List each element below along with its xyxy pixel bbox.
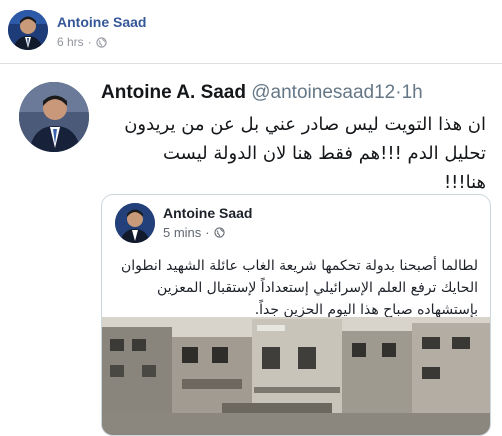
embedded-line: لطالما أصبحنا بدولة تحكمها شريعة الغاب ع… bbox=[121, 258, 478, 274]
embedded-author-name: Antoine Saad bbox=[163, 205, 253, 221]
globe-icon bbox=[214, 227, 225, 238]
tweet-author-name: Antoine A. Saad bbox=[101, 82, 246, 103]
tweet-screenshot: Antoine A. Saad @antoinesaad12·1h ان هذا… bbox=[0, 64, 502, 436]
tweet-text: ان هذا التويت ليس صادر عني بل عن من يريد… bbox=[100, 110, 486, 197]
post-meta: 6 hrs · bbox=[57, 35, 107, 49]
meta-separator: · bbox=[87, 35, 92, 49]
tweet-header: Antoine A. Saad @antoinesaad12·1h bbox=[101, 82, 423, 104]
facebook-post: Antoine Saad 6 hrs · Antoine A. Saad @an… bbox=[0, 0, 502, 436]
post-header: Antoine Saad 6 hrs · bbox=[8, 10, 488, 54]
embedded-meta: 5 mins · bbox=[163, 225, 225, 240]
tweet-line: ان هذا التويت ليس صادر عني بل عن من يريد… bbox=[124, 114, 486, 135]
embedded-author-avatar bbox=[115, 203, 155, 243]
globe-icon[interactable] bbox=[96, 36, 107, 48]
tweet-line: هنا!!! bbox=[443, 172, 486, 193]
tweet-avatar bbox=[19, 82, 89, 152]
tweet-line: تحليل الدم !!!هم فقط هنا لان الدولة ليست bbox=[163, 143, 486, 164]
embedded-post-text: لطالما أصبحنا بدولة تحكمها شريعة الغاب ع… bbox=[116, 255, 478, 321]
post-timestamp[interactable]: 6 hrs bbox=[57, 35, 84, 49]
author-name-link[interactable]: Antoine Saad bbox=[57, 14, 146, 30]
tweet-handle: @antoinesaad12 bbox=[251, 82, 396, 103]
embedded-separator: · bbox=[205, 225, 210, 240]
embedded-facebook-post: Antoine Saad 5 mins · لطالما أصبحنا بدول… bbox=[101, 194, 491, 436]
embedded-time: 5 mins bbox=[163, 225, 202, 240]
embedded-line: الحايك ترفع العلم الإسرائيلي إستعداداً ل… bbox=[156, 280, 478, 296]
author-avatar[interactable] bbox=[8, 10, 48, 50]
tweet-time: 1h bbox=[401, 82, 423, 103]
embedded-photo bbox=[102, 317, 490, 435]
